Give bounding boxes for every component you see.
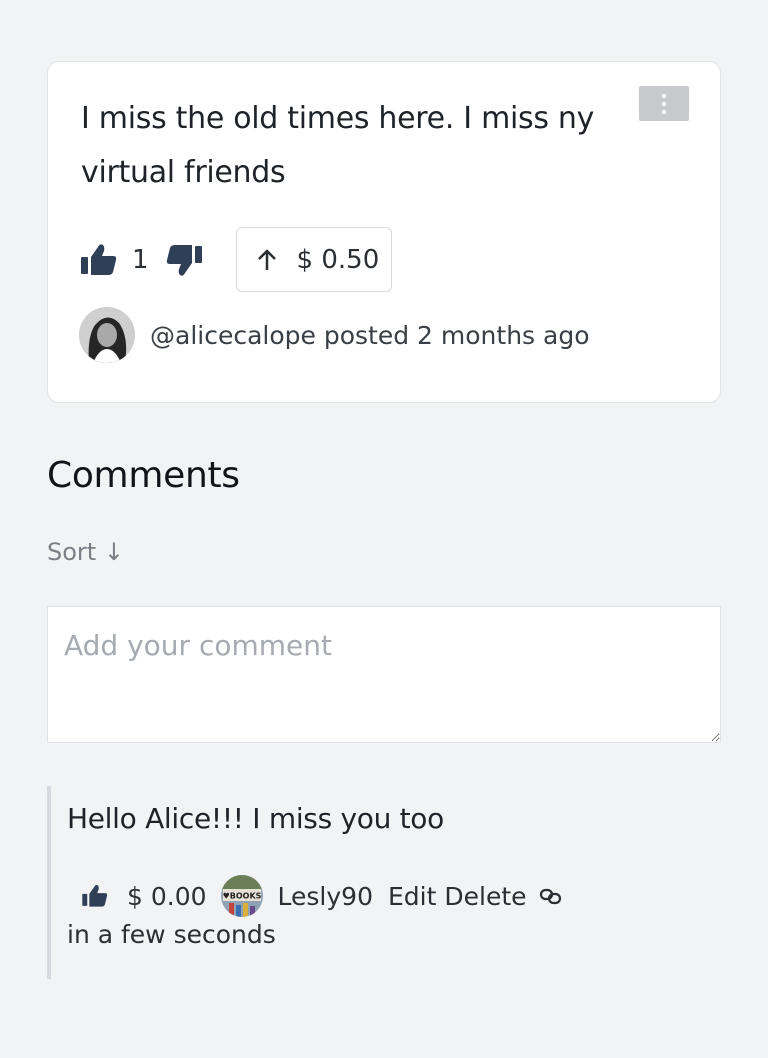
post-card: I miss the old times here. I miss ny vir… <box>47 61 721 403</box>
comment-input[interactable] <box>47 606 721 743</box>
posted-time: posted 2 months ago <box>315 320 590 350</box>
edit-comment-button[interactable]: Edit <box>388 882 436 911</box>
comment-time: in a few seconds <box>67 920 276 949</box>
post-text: I miss the old times here. I miss ny vir… <box>81 101 595 190</box>
tip-amount: $ 0.50 <box>296 244 380 275</box>
commenter-avatar-text: ♥BOOKS <box>222 892 261 901</box>
comment-text: Hello Alice!!! I miss you too <box>67 802 444 835</box>
tip-button[interactable]: $ 0.50 <box>235 227 392 292</box>
thumbs-down-icon <box>166 244 202 276</box>
comment-tip-amount: $ 0.00 <box>127 881 207 911</box>
delete-comment-button[interactable]: Delete <box>444 882 526 911</box>
post-menu-button[interactable] <box>639 86 689 121</box>
vote-row: 1 $ 0.50 <box>80 227 392 292</box>
like-button[interactable] <box>80 243 118 277</box>
commenter-username[interactable]: Lesly90 <box>278 882 373 911</box>
post-author-info: @alicecalope posted 2 months ago <box>150 321 590 350</box>
author-avatar[interactable] <box>79 307 135 363</box>
dislike-button[interactable] <box>165 243 203 277</box>
thumbs-up-icon <box>81 243 117 275</box>
like-count: 1 <box>132 244 149 275</box>
author-handle-link[interactable]: @alicecalope <box>150 321 316 350</box>
link-icon <box>539 888 561 905</box>
comment-item: Hello Alice!!! I miss you too $ 0.00 ♥BO… <box>47 786 721 979</box>
arrow-up-icon <box>257 248 276 270</box>
kebab-menu-icon <box>662 93 666 114</box>
comments-heading: Comments <box>47 455 240 496</box>
comment-permalink[interactable] <box>539 886 563 906</box>
sort-button[interactable]: Sort ↓ <box>47 538 124 566</box>
commenter-avatar[interactable]: ♥BOOKS <box>220 875 263 917</box>
comment-like-button[interactable] <box>81 884 109 908</box>
comment-meta: $ 0.00 ♥BOOKS Lesly90 Edit Delete <box>81 875 563 917</box>
post-author-row: @alicecalope posted 2 months ago <box>79 307 590 363</box>
thumbs-up-icon <box>82 884 108 907</box>
